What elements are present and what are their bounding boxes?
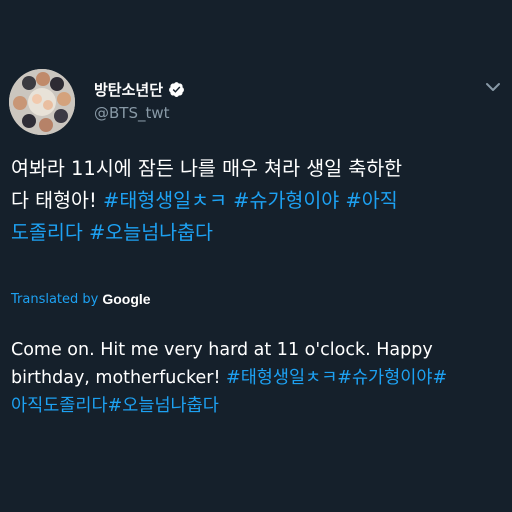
author-name-row: 방탄소년단 <box>94 78 185 100</box>
hashtag-link[interactable]: #슈가형이야 <box>233 189 339 212</box>
author-handle[interactable]: @BTS_twt <box>94 104 170 122</box>
hashtag-link[interactable]: #태형생일ㅊㅋ <box>103 189 227 212</box>
hashtag-link[interactable]: #아직 <box>345 189 397 212</box>
tweet-card: 방탄소년단 @BTS_twt 여봐라 11시에 잠든 나를 매우 쳐라 생일 축… <box>0 0 512 512</box>
group-photo-avatar-image <box>9 69 75 135</box>
translated-by-label: Translated by <box>11 291 99 307</box>
chevron-down-icon[interactable] <box>484 80 502 94</box>
translated-by[interactable]: Translated by Google <box>11 289 151 309</box>
tweet-text-plain: 다 태형아! <box>11 189 103 212</box>
translation-text: Come on. Hit me very hard at 11 o'clock.… <box>11 336 503 420</box>
hashtag-link[interactable]: #태형생일ㅊㅋ#슈가형이야# <box>226 368 447 388</box>
author-display-name[interactable]: 방탄소년단 <box>94 79 163 100</box>
translation-line-2: birthday, motherfucker! #태형생일ㅊㅋ#슈가형이야# <box>11 364 503 392</box>
translation-plain: birthday, motherfucker! <box>11 368 227 388</box>
translation-line-3: 아직도졸리다#오늘넘나춥다 <box>11 392 503 420</box>
tweet-text-line-3: 도졸리다 #오늘넘나춥다 <box>11 217 503 249</box>
verified-badge-icon <box>168 81 185 98</box>
tweet-text-line-1: 여봐라 11시에 잠든 나를 매우 쳐라 생일 축하한 <box>11 157 403 180</box>
hashtag-link[interactable]: 아직도졸리다#오늘넘나춥다 <box>11 396 219 416</box>
tweet-text: 여봐라 11시에 잠든 나를 매우 쳐라 생일 축하한 다 태형아! #태형생일… <box>11 153 503 249</box>
google-logo: Google <box>102 291 151 307</box>
avatar[interactable] <box>9 69 75 135</box>
hashtag-link[interactable]: 도졸리다 <box>11 221 83 244</box>
translation-line-1: Come on. Hit me very hard at 11 o'clock.… <box>11 340 433 360</box>
hashtag-link[interactable]: #오늘넘나춥다 <box>89 221 213 244</box>
tweet-text-line-2: 다 태형아! #태형생일ㅊㅋ #슈가형이야 #아직 <box>11 185 503 217</box>
